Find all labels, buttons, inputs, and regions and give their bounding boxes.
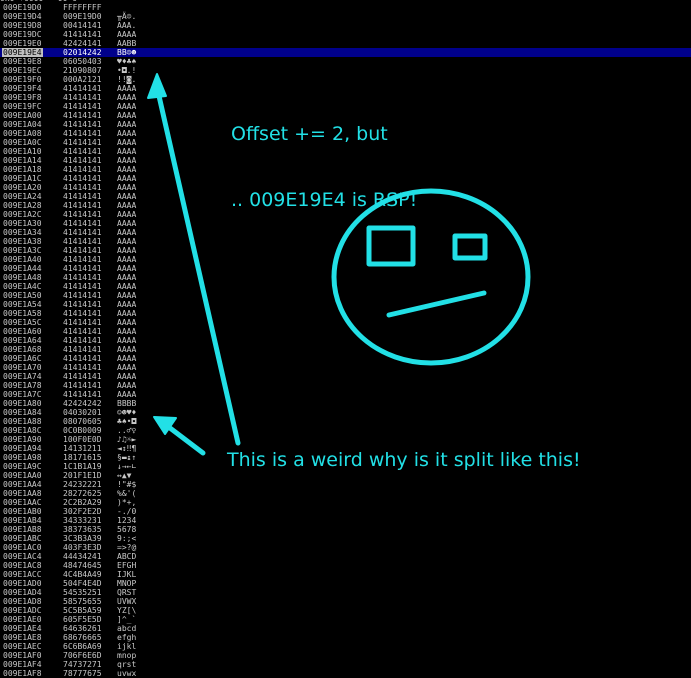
face-right-eye	[452, 233, 488, 261]
annotation-split-note: This is a weird why is it split like thi…	[227, 449, 581, 471]
arrow-up-head	[147, 73, 167, 99]
arrow-up-shaft	[156, 93, 241, 446]
annotation-offset-line2: .. 009E19E4 is RSP!	[231, 189, 418, 211]
arrow-left-shaft	[167, 425, 206, 456]
face-mouth	[386, 290, 487, 318]
face-left-eye	[366, 225, 416, 267]
annotation-offset-line1: Offset += 2, but	[231, 123, 388, 145]
annotation-offset-note: Offset += 2, but .. 009E19E4 is RSP!	[231, 79, 417, 233]
